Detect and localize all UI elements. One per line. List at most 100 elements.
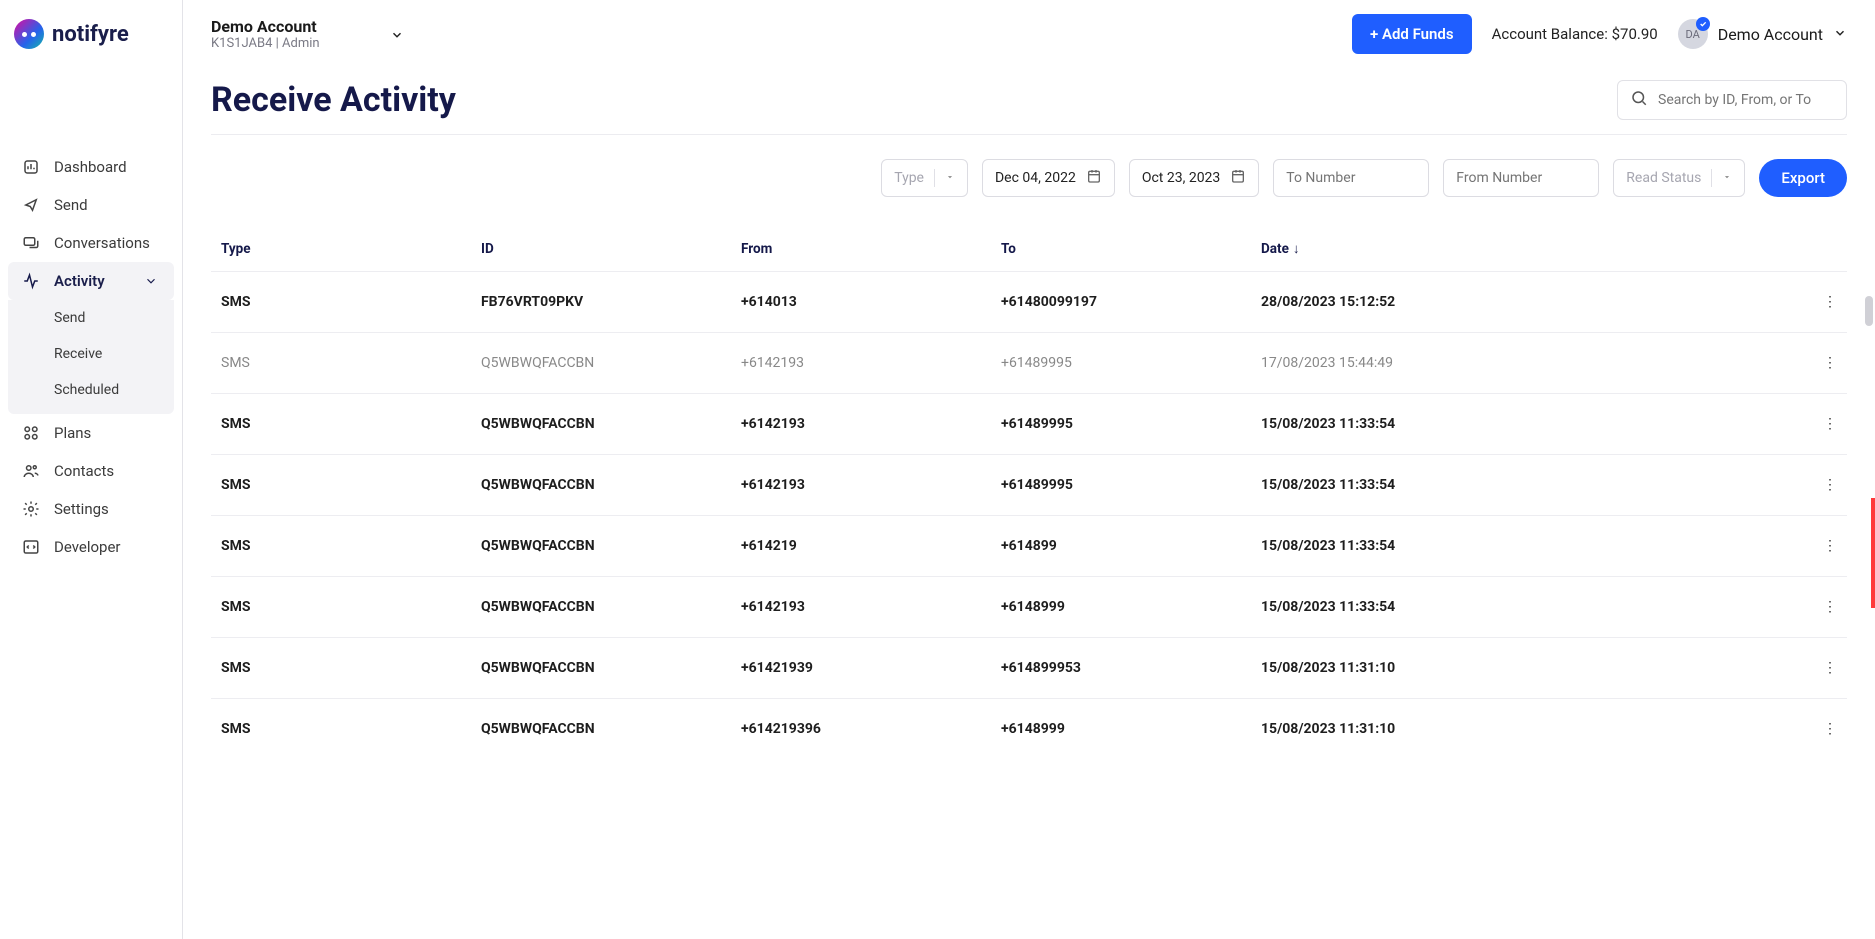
nav-label: Settings <box>54 500 109 518</box>
cell-from: +61421939 <box>731 638 991 699</box>
col-date[interactable]: Date↓ <box>1251 227 1797 272</box>
search-box[interactable] <box>1617 80 1847 120</box>
cell-date: 15/08/2023 11:31:10 <box>1251 699 1797 760</box>
filter-read-status[interactable]: Read Status <box>1613 159 1745 197</box>
dashboard-icon <box>22 158 40 176</box>
nav-label: Plans <box>54 424 91 442</box>
table-row[interactable]: SMSQ5WBWQFACCBN+6142193+6148999517/08/20… <box>211 333 1847 394</box>
row-actions-button[interactable]: ⋮ <box>1823 538 1837 554</box>
caret-down-icon <box>945 170 955 186</box>
cell-type: SMS <box>211 394 471 455</box>
page-title: Receive Activity <box>211 80 456 120</box>
table-row[interactable]: SMSFB76VRT09PKV+614013+6148009919728/08/… <box>211 272 1847 333</box>
account-sub: K1S1JAB4 | Admin <box>211 36 320 51</box>
row-actions-button[interactable]: ⋮ <box>1823 355 1837 371</box>
table-row[interactable]: SMSQ5WBWQFACCBN+61421939+61489995315/08/… <box>211 638 1847 699</box>
scroll-marker <box>1871 498 1875 608</box>
activity-table: Type ID From To Date↓ SMSFB76VRT09PKV+61… <box>211 227 1847 759</box>
profile-name: Demo Account <box>1718 25 1823 44</box>
activity-icon <box>22 272 40 290</box>
plans-icon <box>22 424 40 442</box>
table-row[interactable]: SMSQ5WBWQFACCBN+614219+61489915/08/2023 … <box>211 516 1847 577</box>
table-row[interactable]: SMSQ5WBWQFACCBN+6142193+614899915/08/202… <box>211 577 1847 638</box>
cell-id: Q5WBWQFACCBN <box>471 394 731 455</box>
export-button[interactable]: Export <box>1759 159 1847 197</box>
filter-date-from[interactable]: Dec 04, 2022 <box>982 159 1115 197</box>
row-actions-button[interactable]: ⋮ <box>1823 294 1837 310</box>
add-funds-button[interactable]: + Add Funds <box>1352 14 1472 54</box>
calendar-icon <box>1086 168 1102 188</box>
search-input[interactable] <box>1658 92 1834 108</box>
chat-icon <box>22 234 40 252</box>
account-name: Demo Account <box>211 17 320 36</box>
cell-to: +61489995 <box>991 333 1251 394</box>
profile-menu[interactable]: DA Demo Account <box>1678 19 1847 49</box>
logo-mark-icon <box>14 19 44 49</box>
cell-id: Q5WBWQFACCBN <box>471 577 731 638</box>
nav-activity-scheduled[interactable]: Scheduled <box>8 372 174 408</box>
cell-date: 28/08/2023 15:12:52 <box>1251 272 1797 333</box>
cell-to: +614899 <box>991 516 1251 577</box>
account-switcher[interactable]: Demo Account K1S1JAB4 | Admin <box>211 17 404 51</box>
cell-date: 15/08/2023 11:33:54 <box>1251 577 1797 638</box>
verified-badge-icon <box>1696 17 1710 31</box>
nav-activity-sub: Send Receive Scheduled <box>8 300 174 414</box>
cell-date: 15/08/2023 11:33:54 <box>1251 455 1797 516</box>
cell-to: +6148999 <box>991 577 1251 638</box>
chevron-down-icon <box>390 27 404 41</box>
row-actions-button[interactable]: ⋮ <box>1823 599 1837 615</box>
cell-to: +61489995 <box>991 394 1251 455</box>
row-actions-button[interactable]: ⋮ <box>1823 660 1837 676</box>
cell-to: +61489995 <box>991 455 1251 516</box>
filter-date-to[interactable]: Oct 23, 2023 <box>1129 159 1259 197</box>
cell-date: 15/08/2023 11:33:54 <box>1251 394 1797 455</box>
col-to[interactable]: To <box>991 227 1251 272</box>
caret-down-icon <box>1722 170 1732 186</box>
cell-date: 17/08/2023 15:44:49 <box>1251 333 1797 394</box>
cell-from: +614219 <box>731 516 991 577</box>
send-icon <box>22 196 40 214</box>
row-actions-button[interactable]: ⋮ <box>1823 416 1837 432</box>
row-actions-button[interactable]: ⋮ <box>1823 477 1837 493</box>
nav-activity-send[interactable]: Send <box>8 300 174 336</box>
nav-activity[interactable]: Activity <box>8 262 174 300</box>
from-number-input[interactable] <box>1456 170 1586 186</box>
nav-conversations[interactable]: Conversations <box>0 224 182 262</box>
cell-id: Q5WBWQFACCBN <box>471 333 731 394</box>
filter-to-number[interactable] <box>1273 159 1429 197</box>
cell-type: SMS <box>211 272 471 333</box>
row-actions-button[interactable]: ⋮ <box>1823 721 1837 737</box>
brand-logo[interactable]: notifyre <box>14 19 129 49</box>
sidebar: notifyre Dashboard Send Conversations Ac… <box>0 0 183 939</box>
cell-date: 15/08/2023 11:31:10 <box>1251 638 1797 699</box>
account-balance: Account Balance: $70.90 <box>1492 25 1658 43</box>
nav-contacts[interactable]: Contacts <box>0 452 182 490</box>
gear-icon <box>22 500 40 518</box>
filter-type[interactable]: Type <box>881 159 968 197</box>
col-from[interactable]: From <box>731 227 991 272</box>
filter-from-number[interactable] <box>1443 159 1599 197</box>
col-id[interactable]: ID <box>471 227 731 272</box>
nav-send[interactable]: Send <box>0 186 182 224</box>
nav-settings[interactable]: Settings <box>0 490 182 528</box>
brand-name: notifyre <box>52 22 129 47</box>
nav-activity-receive[interactable]: Receive <box>8 336 174 372</box>
scrollbar-thumb[interactable] <box>1865 296 1873 326</box>
nav-developer[interactable]: Developer <box>0 528 182 566</box>
table-row[interactable]: SMSQ5WBWQFACCBN+6142193+6148999515/08/20… <box>211 455 1847 516</box>
table-row[interactable]: SMSQ5WBWQFACCBN+6142193+6148999515/08/20… <box>211 394 1847 455</box>
col-type[interactable]: Type <box>211 227 471 272</box>
cell-type: SMS <box>211 638 471 699</box>
filter-bar: Type Dec 04, 2022 Oct 23, 2023 <box>211 135 1847 207</box>
table-row[interactable]: SMSQ5WBWQFACCBN+614219396+614899915/08/2… <box>211 699 1847 760</box>
nav-plans[interactable]: Plans <box>0 414 182 452</box>
cell-type: SMS <box>211 516 471 577</box>
cell-from: +6142193 <box>731 455 991 516</box>
cell-id: Q5WBWQFACCBN <box>471 516 731 577</box>
nav-dashboard[interactable]: Dashboard <box>0 148 182 186</box>
to-number-input[interactable] <box>1286 170 1416 186</box>
cell-to: +6148999 <box>991 699 1251 760</box>
nav-label: Developer <box>54 538 121 556</box>
cell-from: +614013 <box>731 272 991 333</box>
cell-type: SMS <box>211 333 471 394</box>
